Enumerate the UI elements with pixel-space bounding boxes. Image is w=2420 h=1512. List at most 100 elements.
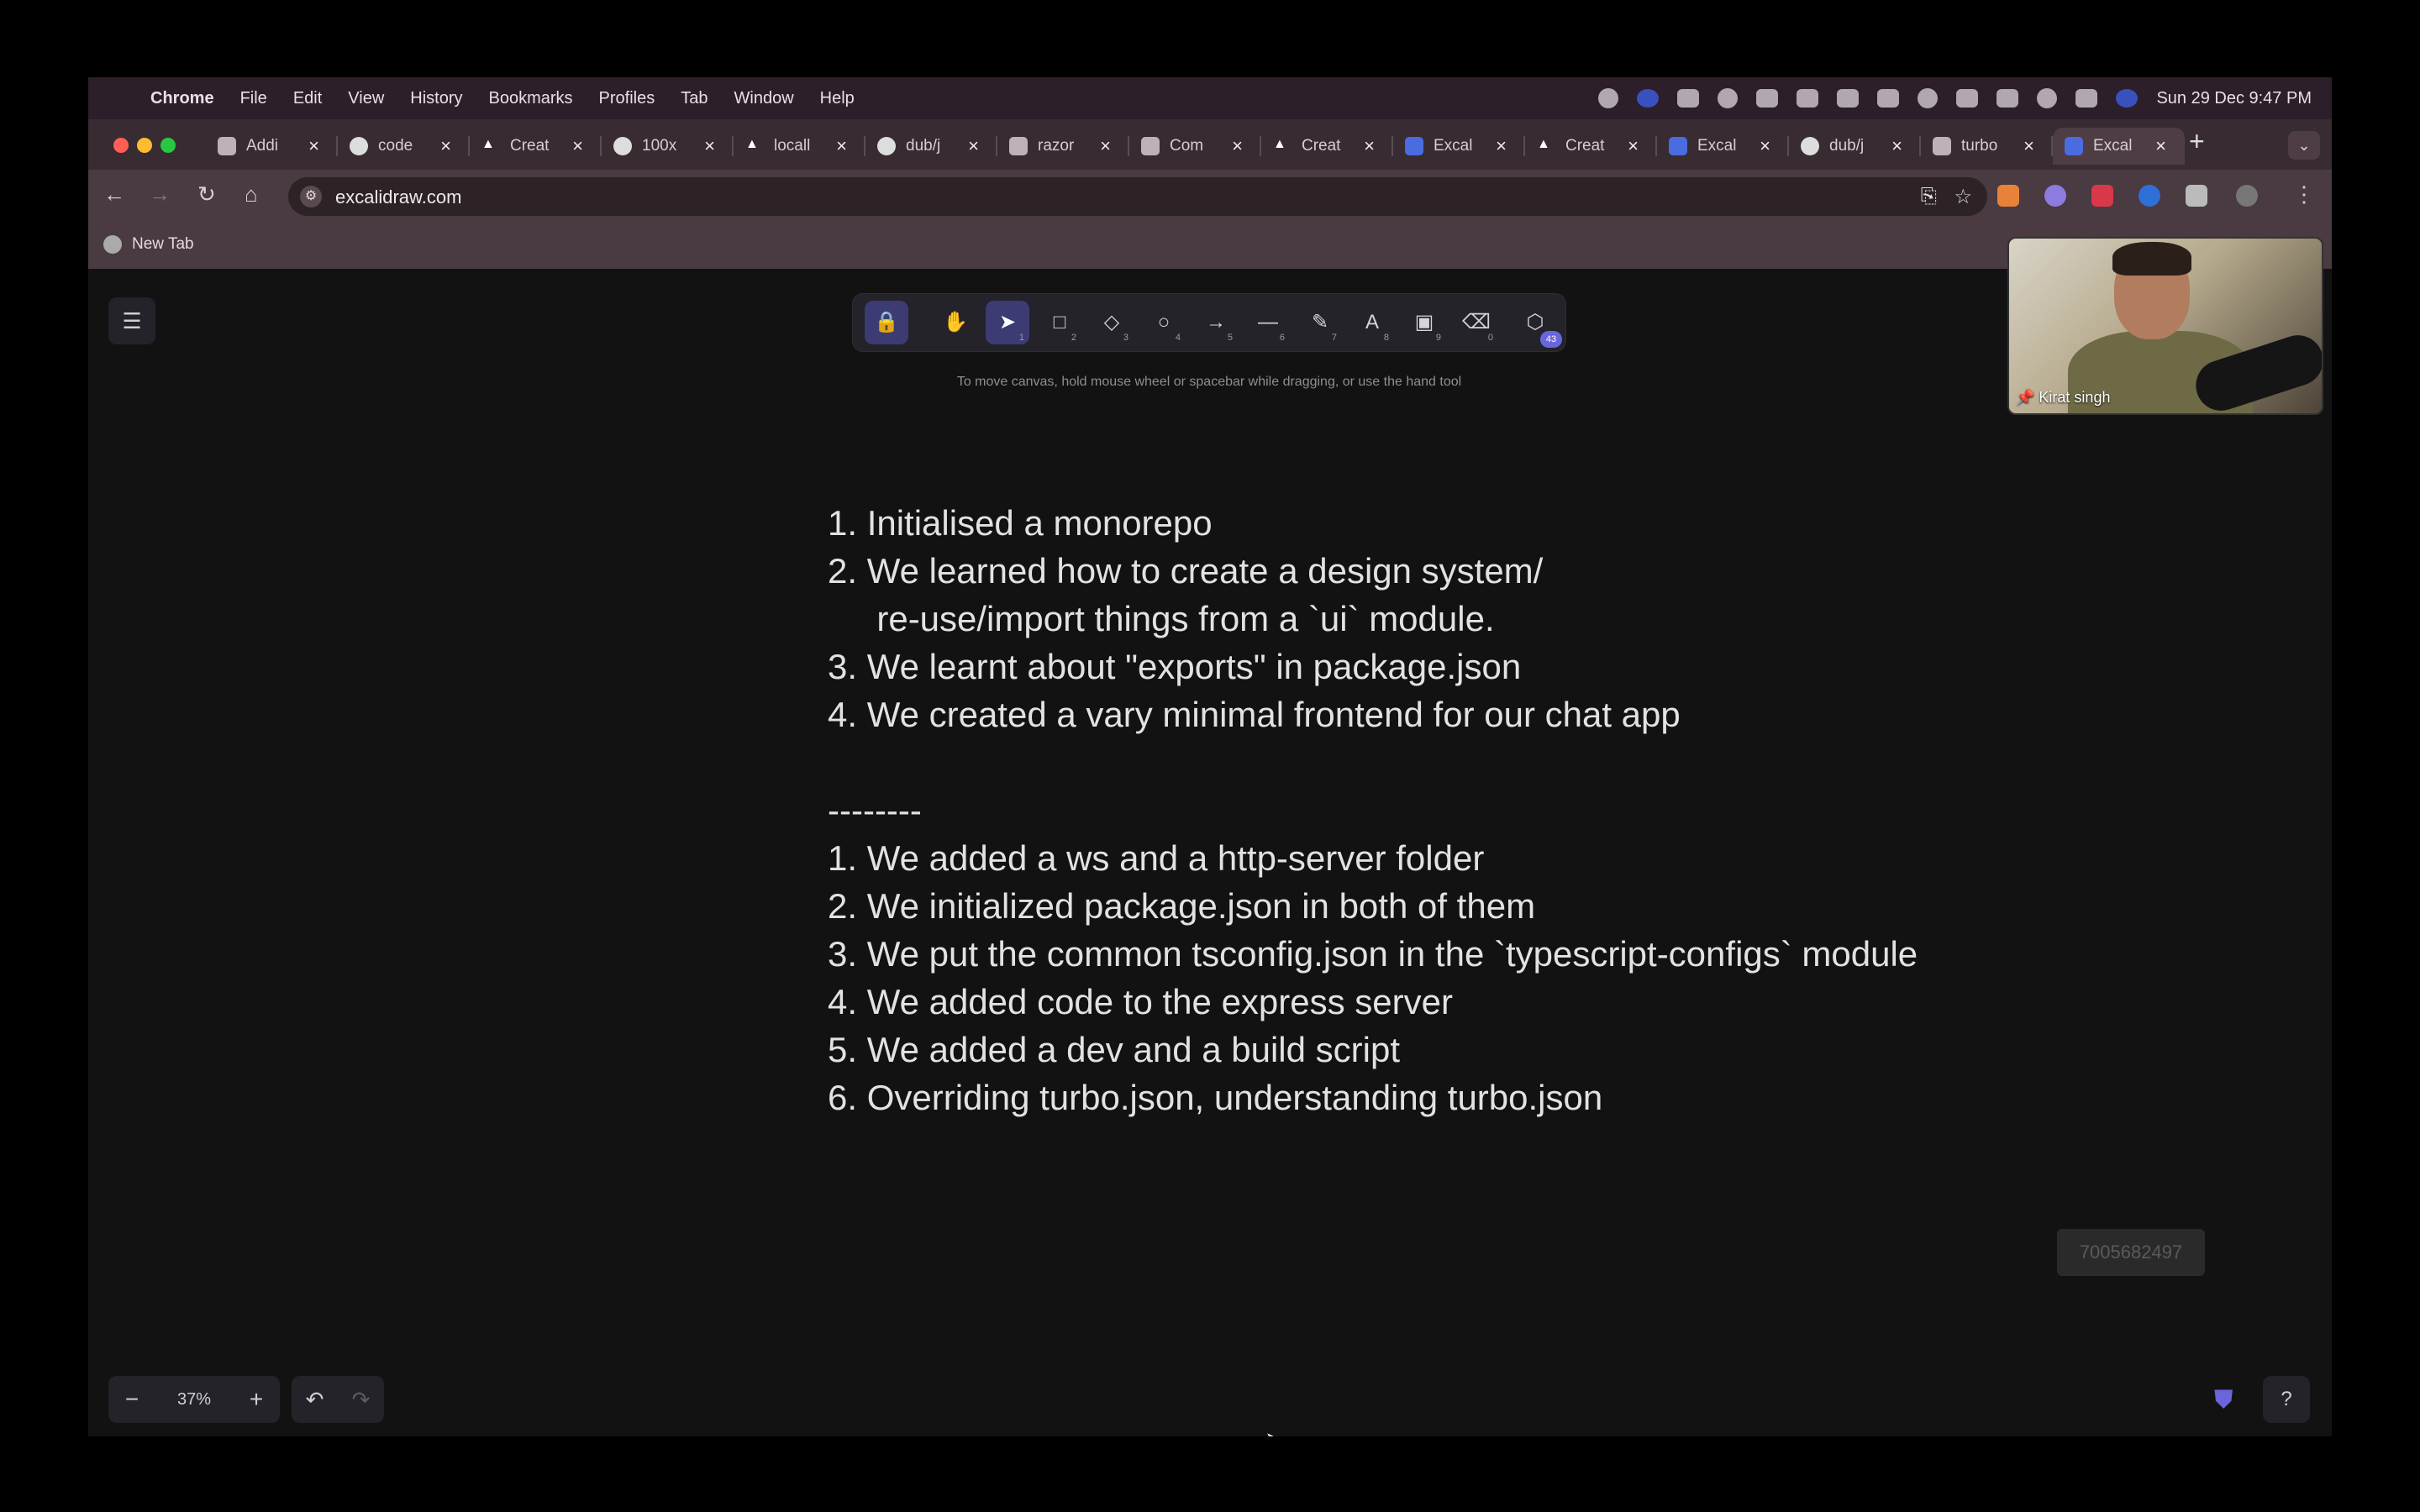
menu-help[interactable]: Help bbox=[820, 89, 855, 108]
close-tab-icon[interactable]: × bbox=[2155, 135, 2166, 157]
status-app-icon[interactable] bbox=[1637, 89, 1660, 108]
install-app-icon[interactable]: ⎘ bbox=[1921, 185, 1937, 208]
lock-tool-button[interactable]: 🔒 bbox=[865, 301, 908, 344]
browser-tab[interactable]: dub/j × bbox=[1789, 128, 1921, 165]
browser-tab[interactable]: razor × bbox=[997, 128, 1129, 165]
new-tab-button[interactable]: + bbox=[2189, 126, 2205, 157]
bookmark-star-icon[interactable]: ☆ bbox=[1954, 185, 1972, 209]
status-clipboard-icon[interactable] bbox=[1877, 89, 1900, 108]
address-bar[interactable]: ⚙ excalidraw.com ⎘ ☆ bbox=[288, 177, 1987, 216]
status-send-icon[interactable] bbox=[1837, 89, 1860, 108]
menu-bookmarks[interactable]: Bookmarks bbox=[489, 89, 573, 108]
close-window-button[interactable] bbox=[113, 138, 129, 153]
close-tab-icon[interactable]: × bbox=[1100, 135, 1111, 157]
status-cloud-icon[interactable] bbox=[1677, 89, 1700, 108]
encryption-shield-icon[interactable]: ⛊ bbox=[2214, 1386, 2239, 1414]
status-eye-icon[interactable] bbox=[1756, 89, 1779, 108]
battery-icon[interactable] bbox=[1956, 89, 1979, 108]
close-tab-icon[interactable]: × bbox=[704, 135, 715, 157]
main-menu-button[interactable]: ☰ bbox=[108, 297, 155, 344]
browser-tab[interactable]: ▲ Creat × bbox=[1261, 128, 1393, 165]
image-tool-button[interactable]: ▣ 9 bbox=[1402, 301, 1446, 344]
undo-icon[interactable]: ↶ bbox=[292, 1387, 338, 1413]
metamask-extension-icon[interactable] bbox=[1997, 185, 2019, 207]
menu-edit[interactable]: Edit bbox=[293, 89, 322, 108]
diamond-tool-button[interactable]: ◇ 3 bbox=[1090, 301, 1134, 344]
extension-icon[interactable] bbox=[2044, 185, 2066, 207]
menu-window[interactable]: Window bbox=[734, 89, 794, 108]
forward-arrow-icon[interactable]: → bbox=[149, 181, 171, 207]
browser-tab[interactable]: Excal × bbox=[1393, 128, 1525, 165]
close-tab-icon[interactable]: × bbox=[1496, 135, 1507, 157]
close-tab-icon[interactable]: × bbox=[1232, 135, 1243, 157]
browser-tab[interactable]: Excal × bbox=[1657, 128, 1789, 165]
arrow-tool-button[interactable]: → 5 bbox=[1194, 301, 1238, 344]
chrome-menu-icon[interactable]: ⋮ bbox=[2293, 181, 2315, 207]
draw-tool-button[interactable]: ✎ 7 bbox=[1298, 301, 1342, 344]
redo-icon[interactable]: ↷ bbox=[338, 1387, 384, 1413]
status-moon-icon[interactable] bbox=[1918, 88, 1939, 108]
zoom-level[interactable]: 37% bbox=[155, 1390, 233, 1410]
spotlight-search-icon[interactable] bbox=[2037, 88, 2058, 108]
browser-tab[interactable]: 100x × bbox=[602, 128, 734, 165]
canvas-text-notes[interactable]: 1. Initialised a monorepo 2. We learned h… bbox=[828, 499, 1918, 1121]
browser-tab[interactable]: ▲ locall × bbox=[734, 128, 865, 165]
close-tab-icon[interactable]: × bbox=[1364, 135, 1375, 157]
tab-search-chevron-icon[interactable]: ⌄ bbox=[2288, 131, 2320, 160]
minimize-window-button[interactable] bbox=[137, 138, 152, 153]
control-center-icon[interactable] bbox=[2075, 89, 2098, 108]
close-tab-icon[interactable]: × bbox=[1760, 135, 1770, 157]
menu-file[interactable]: File bbox=[240, 89, 267, 108]
zoom-window-button[interactable] bbox=[160, 138, 176, 153]
siri-icon[interactable] bbox=[2116, 89, 2139, 108]
close-tab-icon[interactable]: × bbox=[2023, 135, 2034, 157]
reload-icon[interactable]: ↻ bbox=[197, 181, 216, 207]
help-button[interactable]: ? bbox=[2263, 1376, 2310, 1423]
menu-app-name[interactable]: Chrome bbox=[150, 89, 214, 108]
close-tab-icon[interactable]: × bbox=[572, 135, 583, 157]
react-devtools-icon[interactable] bbox=[2139, 185, 2160, 207]
line-tool-button[interactable]: —6 bbox=[1246, 301, 1290, 344]
library-tool-button[interactable]: ⬡ 43 bbox=[1513, 301, 1562, 348]
hand-tool-button[interactable]: ✋ bbox=[934, 301, 977, 344]
site-info-icon[interactable]: ⚙ bbox=[300, 186, 322, 207]
browser-tab[interactable]: code × bbox=[338, 128, 470, 165]
status-link-icon[interactable] bbox=[1996, 89, 2019, 108]
browser-tab[interactable]: turbo × bbox=[1921, 128, 2053, 165]
apple-menu-icon[interactable] bbox=[110, 88, 130, 108]
close-tab-icon[interactable]: × bbox=[1628, 135, 1639, 157]
zoom-in-button[interactable]: + bbox=[233, 1386, 280, 1413]
status-screen-icon[interactable] bbox=[1797, 89, 1819, 108]
bookmark-new-tab[interactable]: New Tab bbox=[103, 235, 194, 254]
address-url[interactable]: excalidraw.com bbox=[335, 186, 461, 208]
eraser-tool-button[interactable]: ⌫ 0 bbox=[1455, 301, 1498, 344]
close-tab-icon[interactable]: × bbox=[440, 135, 451, 157]
text-tool-button[interactable]: A8 bbox=[1350, 301, 1394, 344]
rectangle-tool-button[interactable]: □ 2 bbox=[1038, 301, 1081, 344]
extensions-puzzle-icon[interactable] bbox=[2186, 185, 2207, 207]
close-tab-icon[interactable]: × bbox=[836, 135, 847, 157]
browser-tab[interactable]: dub/j × bbox=[865, 128, 997, 165]
ellipse-tool-button[interactable]: ○ 4 bbox=[1142, 301, 1186, 344]
back-arrow-icon[interactable]: ← bbox=[103, 181, 125, 207]
home-icon[interactable]: ⌂ bbox=[245, 181, 258, 207]
browser-tab[interactable]: ▲ Creat × bbox=[1525, 128, 1657, 165]
menu-tab[interactable]: Tab bbox=[681, 89, 708, 108]
close-tab-icon[interactable]: × bbox=[1891, 135, 1902, 157]
browser-tab[interactable]: Com × bbox=[1129, 128, 1261, 165]
menu-profiles[interactable]: Profiles bbox=[599, 89, 655, 108]
close-tab-icon[interactable]: × bbox=[968, 135, 979, 157]
menu-view[interactable]: View bbox=[348, 89, 384, 108]
zoom-out-button[interactable]: − bbox=[108, 1386, 155, 1413]
menu-bar-clock[interactable]: Sun 29 Dec 9:47 PM bbox=[2156, 89, 2312, 108]
browser-tab[interactable]: Addi × bbox=[206, 128, 338, 165]
status-menu-icon[interactable] bbox=[1718, 88, 1739, 108]
extension-icon[interactable] bbox=[2091, 185, 2113, 207]
menu-history[interactable]: History bbox=[410, 89, 462, 108]
selection-tool-button[interactable]: ➤ 1 bbox=[986, 301, 1029, 344]
browser-tab[interactable]: Excal × bbox=[2053, 128, 2185, 165]
profile-avatar[interactable] bbox=[2236, 185, 2258, 207]
browser-tab[interactable]: ▲ Creat × bbox=[470, 128, 602, 165]
excalidraw-canvas[interactable]: ☰ 🔒 ✋ ➤ 1 □ 2 ◇ 3 ○ 4 → 5—6 ✎ 7 A 8 ▣ 9 ⌫ 0 ⬡ 43 To move canv… bbox=[88, 269, 2332, 1436]
status-globe-icon[interactable] bbox=[1598, 88, 1619, 108]
